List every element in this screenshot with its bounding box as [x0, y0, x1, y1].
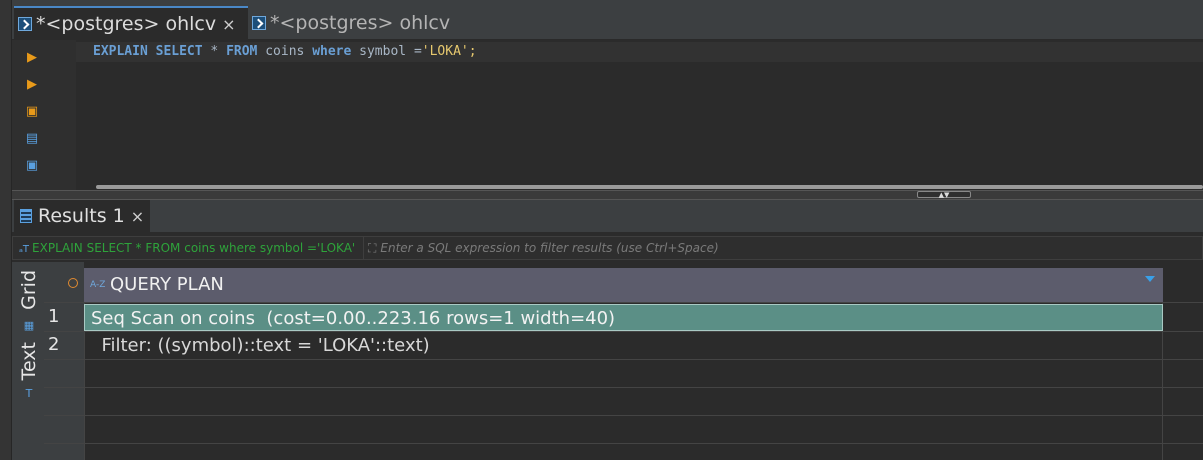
dbeaver-window: *<postgres> ohlcv × *<postgres> ohlcv ▶ … — [0, 0, 1203, 460]
splitter-toggle[interactable]: ▲▼ — [917, 191, 971, 199]
sql-token: * — [210, 44, 219, 59]
editor-tab-1[interactable]: *<postgres> ohlcv × — [14, 6, 248, 40]
row-separator — [44, 415, 1203, 416]
left-strip — [0, 0, 12, 460]
grid-icon[interactable]: ▦ — [23, 320, 35, 332]
table-cell[interactable]: Filter: ((symbol)::text = 'LOKA'::text) — [84, 332, 1163, 359]
table-cell-selected[interactable]: Seq Scan on coins (cost=0.00..223.16 row… — [84, 304, 1163, 331]
results-tab-label: Results 1 — [38, 205, 125, 227]
editor-horizontal-scrollbar[interactable] — [96, 185, 1203, 189]
sql-console-icon — [18, 17, 32, 31]
sql-terminator: ; — [468, 44, 477, 59]
execute-statement-icon[interactable]: ▶ — [24, 50, 40, 66]
column-header-query-plan[interactable]: A-Z QUERY PLAN — [84, 268, 1163, 302]
row-separator — [44, 443, 1203, 444]
sql-keyword: where — [312, 44, 352, 59]
filter-query-label: ₐT EXPLAIN SELECT * FROM coins where symb… — [19, 237, 355, 261]
results-grid[interactable]: A-Z QUERY PLAN 1 Seq Scan on coins (cost… — [44, 262, 1203, 460]
sql-identifier: symbol — [359, 44, 407, 59]
sql-operator: = — [413, 44, 422, 59]
sql-identifier: coins — [265, 44, 305, 59]
filter-input[interactable]: ⛶ Enter a SQL expression to filter result… — [363, 237, 1203, 259]
results-grid-icon — [20, 209, 32, 223]
filter-placeholder: Enter a SQL expression to filter results… — [380, 241, 719, 255]
explain-plan-icon[interactable]: ▤ — [24, 131, 40, 147]
grid-view-tab[interactable]: Grid — [18, 270, 40, 310]
sql-keyword: SELECT — [155, 44, 203, 59]
execute-script-icon[interactable]: ▣ — [24, 104, 40, 120]
row-number-column — [44, 262, 84, 460]
select-all-corner[interactable] — [68, 278, 78, 288]
close-icon[interactable]: × — [222, 15, 235, 34]
editor-tab-2[interactable]: *<postgres> ohlcv — [248, 6, 468, 40]
sort-az-icon[interactable]: A-Z — [90, 268, 105, 302]
results-tab-1[interactable]: Results 1 × — [14, 200, 150, 232]
panel-splitter[interactable]: ▲▼ — [12, 190, 1203, 200]
row-number[interactable]: 2 — [44, 334, 84, 355]
row-separator — [44, 302, 1203, 303]
editor-toolbar: ▶ ▶ ▣ ▤ ▣ — [12, 40, 76, 190]
text-view-tab[interactable]: Text — [18, 342, 40, 380]
row-separator — [44, 359, 1203, 360]
sql-keyword: FROM — [226, 44, 258, 59]
terminal-icon[interactable]: ▣ — [24, 158, 40, 174]
results-tab-bar: Results 1 × — [12, 200, 1203, 232]
row-separator — [44, 387, 1203, 388]
sql-text-icon: ₐT — [19, 244, 30, 255]
column-header-label: QUERY PLAN — [110, 274, 224, 295]
results-filter-bar: ₐT EXPLAIN SELECT * FROM coins where symb… — [12, 236, 1203, 260]
editor-tab-bar: *<postgres> ohlcv × *<postgres> ohlcv — [12, 0, 1203, 40]
sql-line-1[interactable]: EXPLAIN SELECT * FROM coins where symbol… — [76, 42, 1203, 62]
sql-keyword: EXPLAIN — [93, 44, 148, 59]
text-icon[interactable]: T — [23, 388, 35, 400]
editor-tab-1-label: *<postgres> ohlcv — [36, 13, 217, 35]
execute-in-new-tab-icon[interactable]: ▶ — [24, 77, 40, 93]
filter-query-text: EXPLAIN SELECT * FROM coins where symbol… — [32, 241, 356, 255]
close-icon[interactable]: × — [131, 207, 144, 226]
column-menu-icon[interactable] — [1145, 276, 1155, 282]
editor-tab-2-label: *<postgres> ohlcv — [270, 12, 451, 34]
results-view-switcher: Grid ▦ Text T — [12, 262, 44, 460]
expand-icon: ⛶ — [368, 241, 377, 255]
row-number[interactable]: 1 — [44, 306, 84, 327]
sql-editor[interactable]: ▶ ▶ ▣ ▤ ▣ EXPLAIN SELECT * FROM coins wh… — [12, 40, 1203, 190]
sql-string: 'LOKA' — [421, 44, 469, 59]
sql-console-icon — [252, 16, 266, 30]
